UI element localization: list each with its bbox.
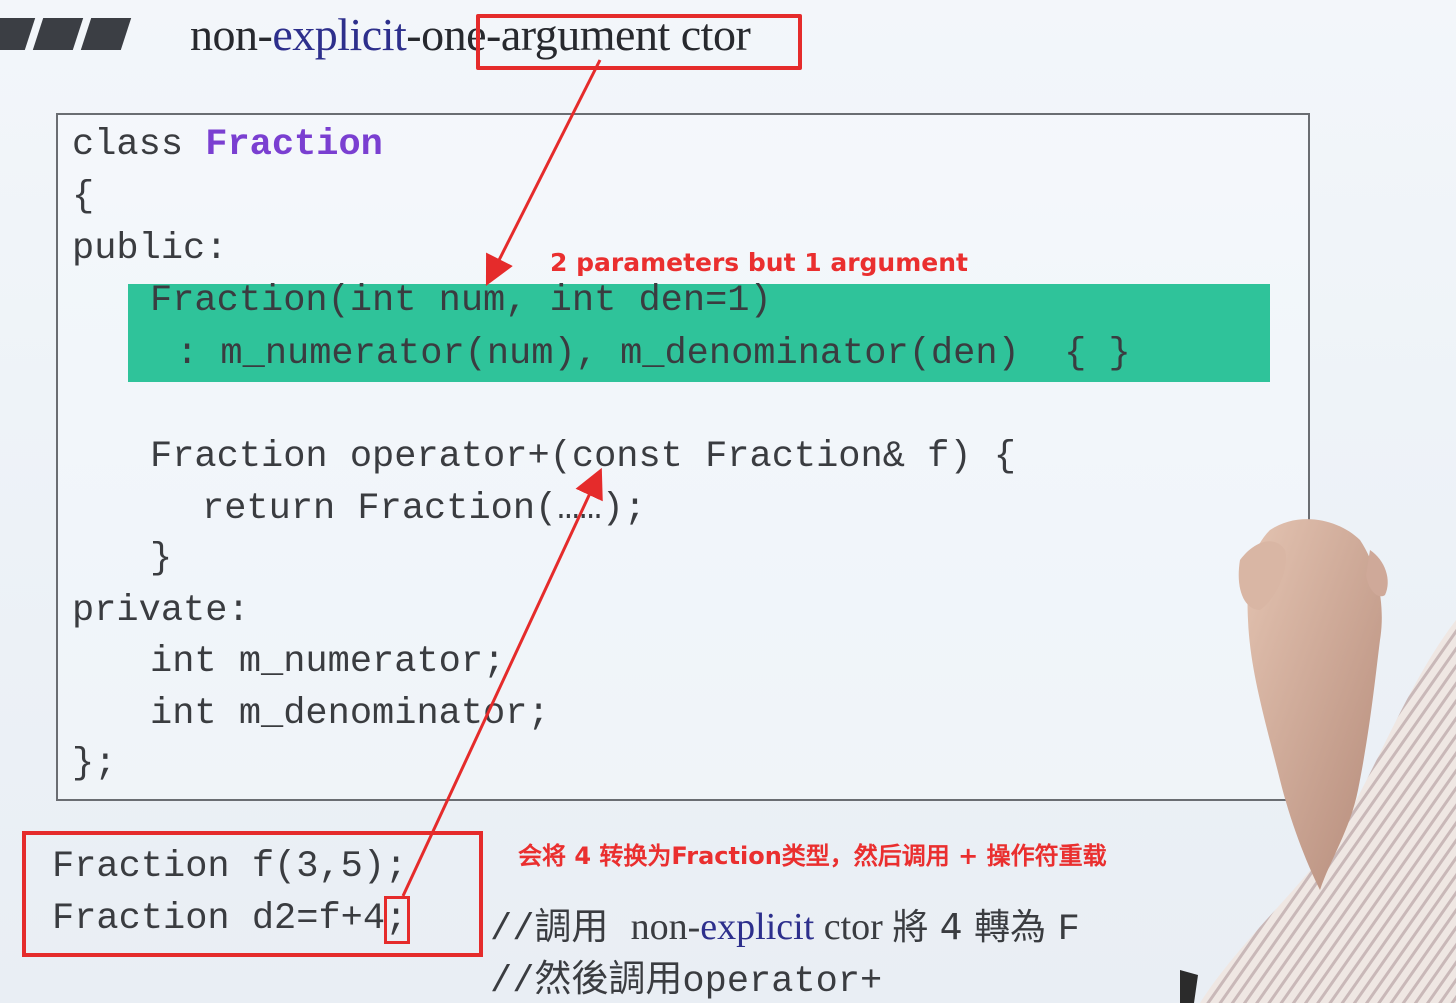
- annotation-arrows: [401, 59, 603, 897]
- arrow-to-operator: [401, 467, 603, 897]
- arrow-to-ctor: [485, 59, 602, 287]
